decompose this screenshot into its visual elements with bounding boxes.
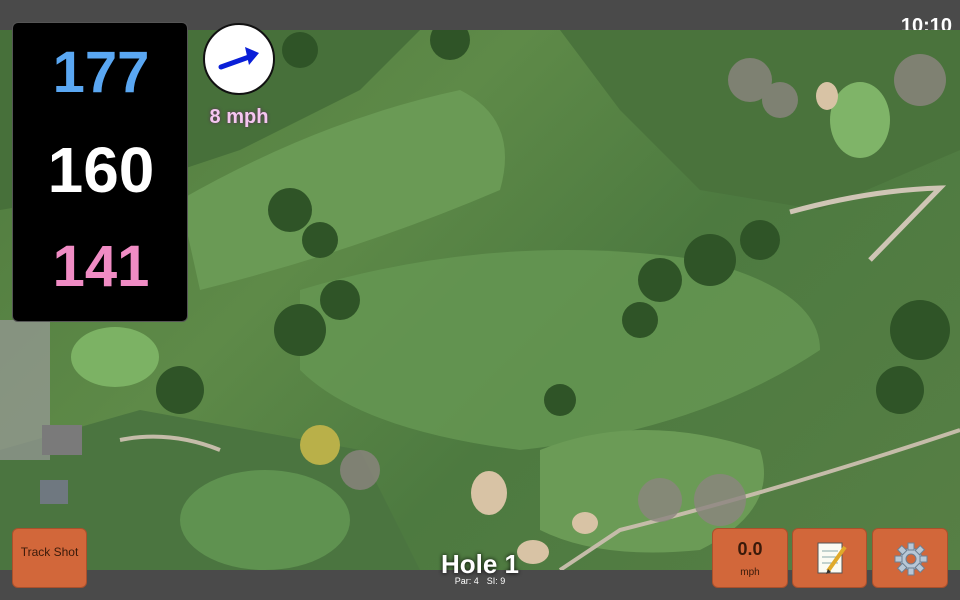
speed-value: 0.0 bbox=[737, 539, 763, 559]
hole-info: Par: 4 SI: 9 bbox=[380, 576, 580, 586]
front-distance: 141 bbox=[52, 234, 150, 299]
gear-icon bbox=[894, 542, 928, 576]
back-distance: 177 bbox=[52, 40, 150, 105]
track-shot-button[interactable]: Track Shot bbox=[12, 528, 87, 588]
stroke-index-label: SI: 9 bbox=[486, 576, 506, 586]
middle-distance: 160 bbox=[47, 134, 155, 206]
notes-button[interactable] bbox=[792, 528, 867, 588]
arrow-right-icon bbox=[218, 47, 259, 70]
distance-panel[interactable]: 177 160 141 bbox=[12, 22, 188, 322]
settings-button[interactable] bbox=[872, 528, 948, 588]
speed-unit: mph bbox=[740, 567, 760, 578]
par-label: Par: 4 bbox=[454, 576, 479, 586]
notepad-icon bbox=[817, 542, 847, 574]
speed-button[interactable]: 0.0 mph bbox=[712, 528, 788, 588]
wind-speed: 8 mph bbox=[209, 106, 269, 128]
wind-dial[interactable] bbox=[203, 23, 275, 95]
